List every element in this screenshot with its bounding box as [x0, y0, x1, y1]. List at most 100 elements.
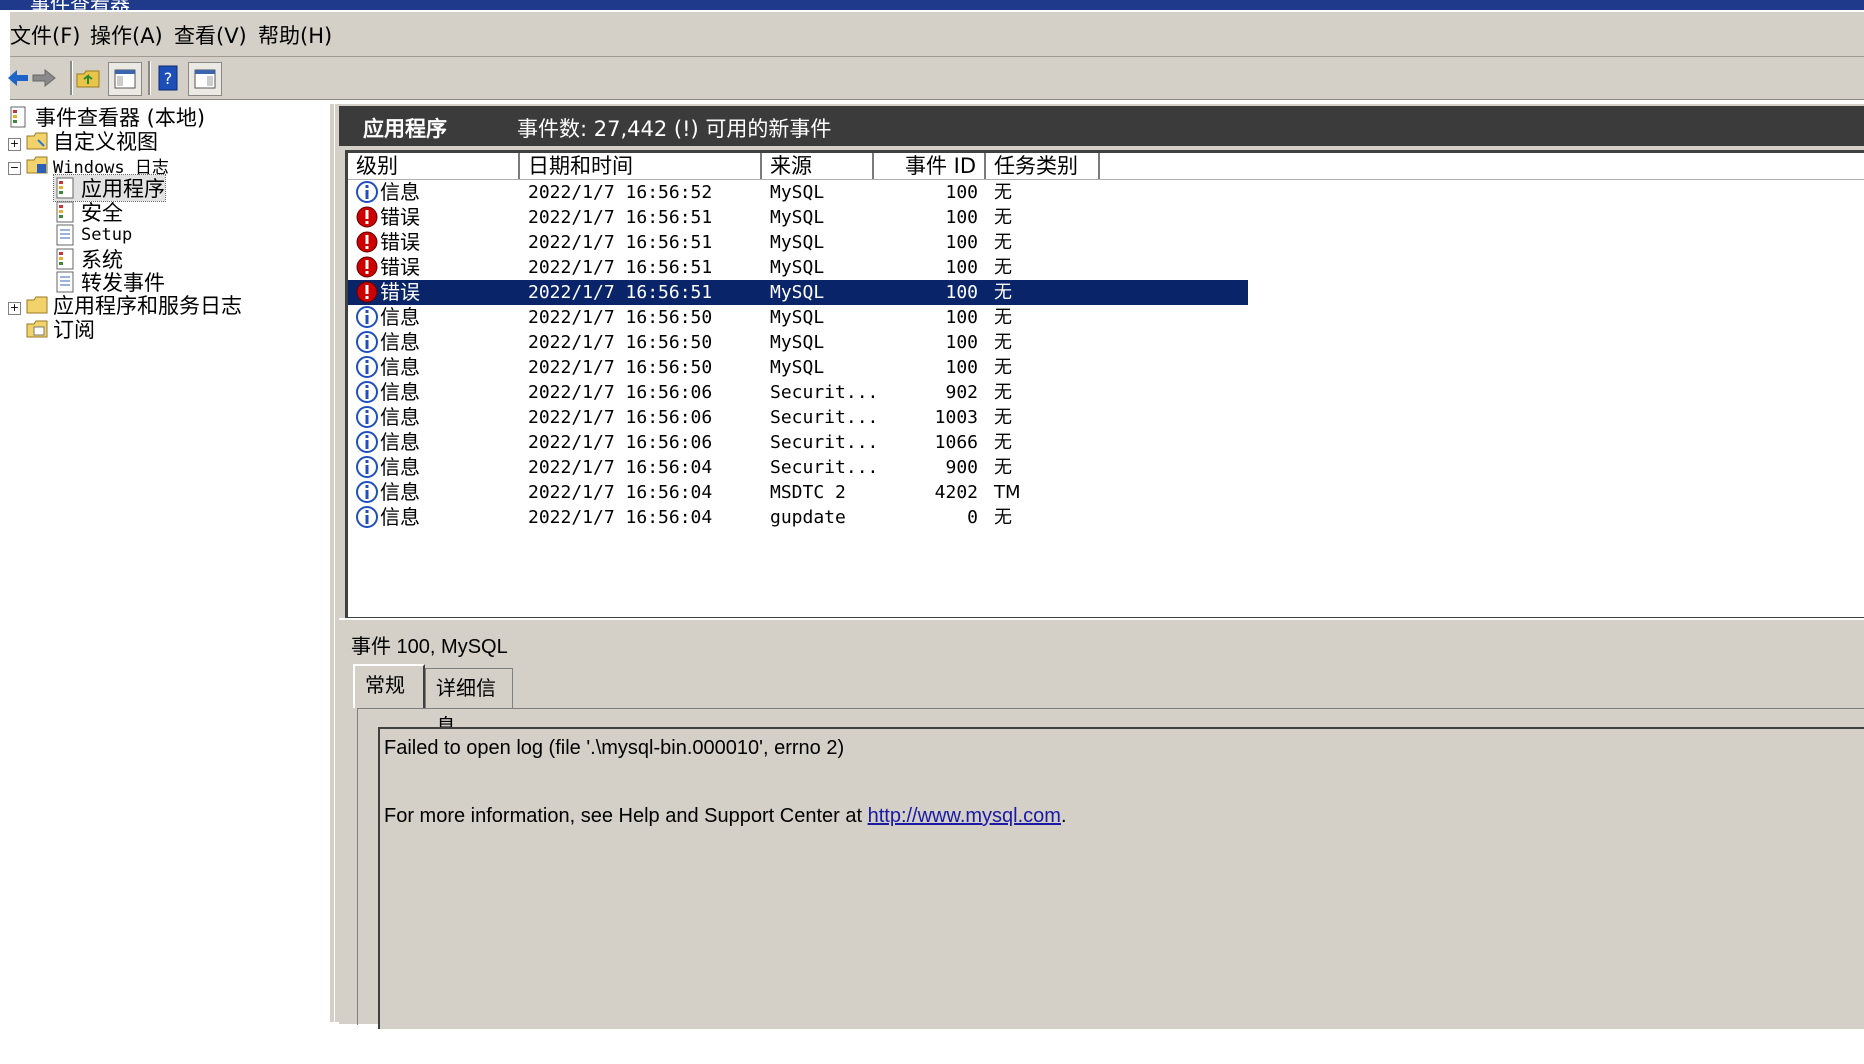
window-title-bar: 事件查看器: [0, 0, 1864, 16]
column-header-datetime[interactable]: 日期和时间: [520, 153, 762, 179]
event-level: 信息: [380, 405, 420, 429]
event-datetime: 2022/1/7 16:56:50: [528, 307, 713, 328]
events-list[interactable]: 级别 日期和时间 来源 事件 ID 任务类别 信息 2022/1/7 16:56:…: [345, 150, 1864, 620]
event-level: 信息: [380, 480, 420, 504]
event-row[interactable]: 信息 2022/1/7 16:56:06 Securit... 902 无: [348, 380, 1248, 405]
event-level: 信息: [380, 430, 420, 454]
event-datetime: 2022/1/7 16:56:06: [528, 382, 713, 403]
menu-bar: 文件(F) 操作(A) 查看(V) 帮助(H): [10, 12, 1864, 57]
tree-node-custom-views[interactable]: 自定义视图: [26, 128, 158, 154]
event-task-category: 无: [994, 257, 1012, 278]
show-hide-tree-icon[interactable]: [108, 62, 142, 96]
event-task-category: 无: [994, 407, 1012, 428]
show-hide-action-pane-icon[interactable]: [188, 62, 222, 96]
event-datetime: 2022/1/7 16:56:51: [528, 207, 713, 228]
event-row[interactable]: 信息 2022/1/7 16:56:50 MySQL 100 无: [348, 305, 1248, 330]
tab-general-body: Failed to open log (file '.\mysql-bin.00…: [357, 708, 1864, 1029]
event-row[interactable]: 信息 2022/1/7 16:56:04 MSDTC 2 4202 TM: [348, 480, 1248, 505]
expand-toggle[interactable]: +: [8, 302, 21, 315]
event-task-category: 无: [994, 207, 1012, 228]
mysql-help-link[interactable]: http://www.mysql.com: [868, 805, 1061, 827]
event-source: MySQL: [770, 232, 825, 253]
expand-toggle[interactable]: +: [8, 138, 21, 151]
event-id: 100: [945, 307, 978, 328]
tab-general[interactable]: 常规: [353, 664, 425, 708]
event-datetime: 2022/1/7 16:56:51: [528, 257, 713, 278]
event-row[interactable]: 错误 2022/1/7 16:56:51 MySQL 100 无: [348, 280, 1248, 305]
event-level: 错误: [380, 280, 420, 304]
up-folder-icon[interactable]: [72, 62, 104, 94]
log-icon: [54, 224, 76, 246]
event-row[interactable]: 信息 2022/1/7 16:56:50 MySQL 100 无: [348, 330, 1248, 355]
event-row[interactable]: 错误 2022/1/7 16:56:51 MySQL 100 无: [348, 205, 1248, 230]
event-datetime: 2022/1/7 16:56:06: [528, 407, 713, 428]
info-icon: [356, 181, 378, 203]
events-column-headers: 级别 日期和时间 来源 事件 ID 任务类别: [348, 153, 1864, 180]
event-source: MySQL: [770, 282, 825, 303]
tab-details[interactable]: 详细信息: [425, 668, 513, 738]
folder-icon: [26, 294, 48, 316]
toolbar: ?: [8, 57, 1864, 100]
help-icon[interactable]: ?: [152, 62, 184, 94]
event-row[interactable]: 信息 2022/1/7 16:56:06 Securit... 1003 无: [348, 405, 1248, 430]
event-row[interactable]: 错误 2022/1/7 16:56:51 MySQL 100 无: [348, 255, 1248, 280]
event-row[interactable]: 错误 2022/1/7 16:56:51 MySQL 100 无: [348, 230, 1248, 255]
event-source: MySQL: [770, 257, 825, 278]
log-title: 应用程序: [363, 117, 447, 141]
event-level: 错误: [380, 255, 420, 279]
menu-help[interactable]: 帮助(H): [258, 20, 332, 50]
event-id: 4202: [934, 482, 978, 503]
help-suffix: .: [1060, 805, 1067, 827]
event-viewer-icon: [8, 106, 30, 128]
info-icon: [356, 331, 378, 353]
forward-icon[interactable]: [28, 62, 60, 94]
event-source: MySQL: [770, 307, 825, 328]
menu-view[interactable]: 查看(V): [174, 20, 247, 50]
toolbar-separator: [148, 61, 151, 95]
info-icon: [356, 506, 378, 528]
event-level: 信息: [380, 455, 420, 479]
event-source: MySQL: [770, 357, 825, 378]
info-icon: [356, 381, 378, 403]
event-level: 错误: [380, 230, 420, 254]
event-task-category: 无: [994, 332, 1012, 353]
event-task-category: 无: [994, 382, 1012, 403]
info-icon: [356, 306, 378, 328]
event-row[interactable]: 信息 2022/1/7 16:56:50 MySQL 100 无: [348, 355, 1248, 380]
event-id: 1003: [934, 407, 978, 428]
menu-file[interactable]: 文件(F): [10, 20, 80, 50]
tree-node-subscriptions[interactable]: 订阅: [26, 316, 95, 342]
collapse-toggle[interactable]: −: [8, 162, 21, 175]
event-row[interactable]: 信息 2022/1/7 16:56:06 Securit... 1066 无: [348, 430, 1248, 455]
event-datetime: 2022/1/7 16:56:51: [528, 232, 713, 253]
event-source: Securit...: [770, 457, 879, 478]
event-id: 100: [945, 357, 978, 378]
info-icon: [356, 356, 378, 378]
log-icon: [54, 248, 76, 270]
event-id: 900: [945, 457, 978, 478]
column-header-level[interactable]: 级别: [348, 153, 520, 179]
column-header-event-id[interactable]: 事件 ID: [874, 153, 986, 179]
help-prefix: For more information, see Help and Suppo…: [384, 805, 868, 827]
event-detail-pane: 事件 100, MySQL 常规 详细信息 Failed to open log…: [339, 618, 1864, 1029]
folder-icon: [26, 130, 48, 152]
event-task-category: 无: [994, 507, 1012, 528]
event-id: 100: [945, 207, 978, 228]
event-source: MySQL: [770, 182, 825, 203]
svg-text:?: ?: [164, 69, 173, 88]
event-row[interactable]: 信息 2022/1/7 16:56:04 Securit... 900 无: [348, 455, 1248, 480]
navigation-tree: 事件查看器 (本地) + 自定义视图 − Windows 日志 应用程序 安全 …: [8, 104, 334, 1022]
event-id: 1066: [934, 432, 978, 453]
event-row[interactable]: 信息 2022/1/7 16:56:04 gupdate 0 无: [348, 505, 1248, 530]
column-header-task-category[interactable]: 任务类别: [986, 153, 1100, 179]
event-datetime: 2022/1/7 16:56:51: [528, 282, 713, 303]
event-source: Securit...: [770, 432, 879, 453]
column-header-source[interactable]: 来源: [762, 153, 874, 179]
event-description-box: Failed to open log (file '.\mysql-bin.00…: [378, 727, 1864, 1029]
event-id: 100: [945, 182, 978, 203]
event-message: Failed to open log (file '.\mysql-bin.00…: [384, 737, 845, 759]
event-datetime: 2022/1/7 16:56:04: [528, 507, 713, 528]
menu-action[interactable]: 操作(A): [90, 20, 163, 50]
event-source: MySQL: [770, 207, 825, 228]
event-row[interactable]: 信息 2022/1/7 16:56:52 MySQL 100 无: [348, 180, 1248, 205]
